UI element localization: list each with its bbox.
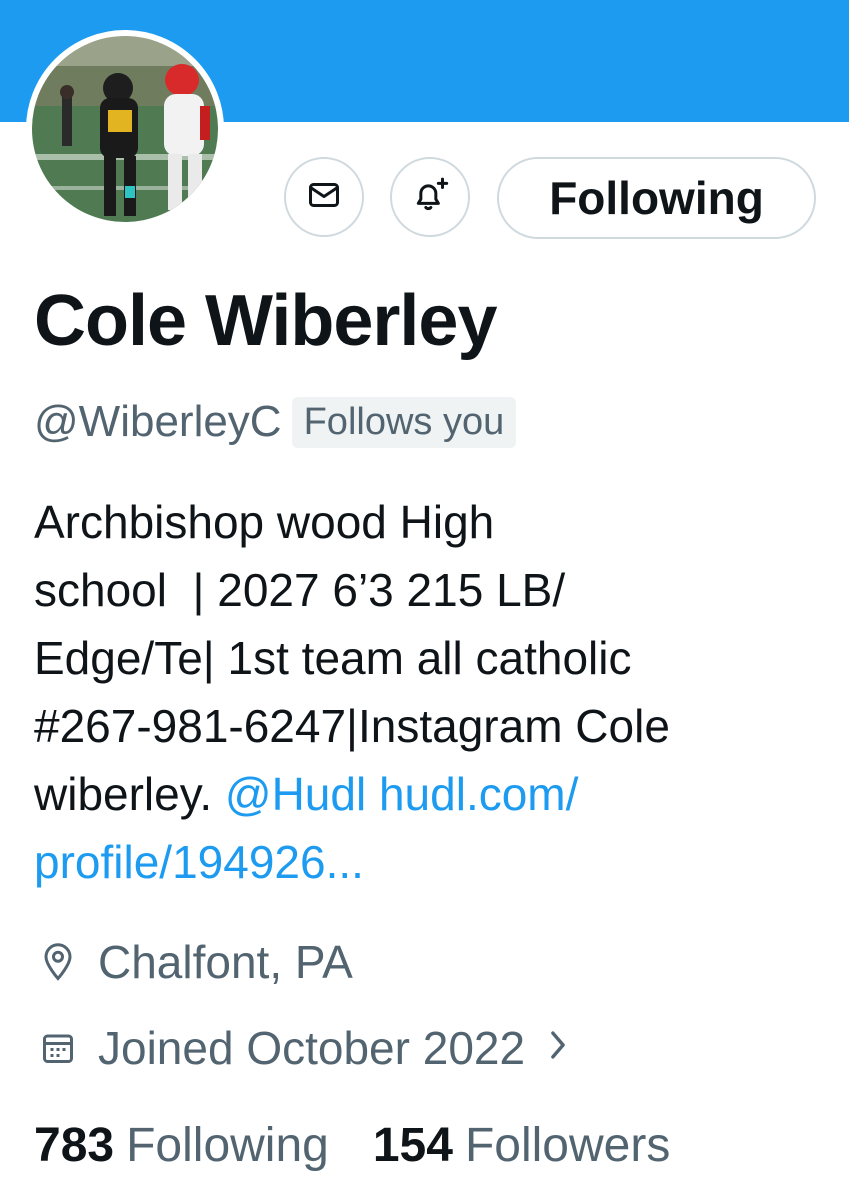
user-handle: @WiberleyC xyxy=(34,397,282,446)
followers-count: 154 xyxy=(372,1118,453,1172)
following-count: 783 xyxy=(34,1118,115,1172)
following-stat[interactable]: 783 Following xyxy=(34,1118,329,1173)
avatar[interactable] xyxy=(26,30,224,228)
follows-you-badge: Follows you xyxy=(291,396,517,448)
followers-stat-label: Followers xyxy=(464,1118,671,1172)
followers-stat[interactable]: 154 Followers xyxy=(373,1118,670,1173)
bio-line: #267-981-6247|Instagram Cole xyxy=(34,700,670,752)
bio-line: Edge/Te| 1st team all catholic xyxy=(34,632,632,684)
location-text: Chalfont, PA xyxy=(98,936,353,988)
location-row: Chalfont, PA xyxy=(34,932,353,992)
follow-stats: 783 Following 154 Followers xyxy=(34,1112,670,1178)
calendar-icon xyxy=(34,1024,82,1072)
envelope-icon xyxy=(306,177,342,218)
bio-line: Archbishop wood High xyxy=(34,496,495,548)
notifications-button[interactable] xyxy=(390,157,470,237)
bio-url-link[interactable]: hudl.com/ xyxy=(379,768,578,820)
joined-row[interactable]: Joined October 2022 xyxy=(34,1018,569,1078)
bio-line: wiberley. @Hudl hudl.com/ xyxy=(34,760,824,828)
bio-text: wiberley. xyxy=(34,768,225,820)
following-button-label: Following xyxy=(549,172,764,224)
display-name: Cole Wiberley xyxy=(34,281,497,361)
following-button[interactable]: Following xyxy=(497,157,816,239)
location-pin-icon xyxy=(34,938,82,986)
bio-url-link-continued[interactable]: profile/194926... xyxy=(34,836,364,888)
bell-plus-icon xyxy=(410,175,450,220)
handle-row: @WiberleyC Follows you xyxy=(34,392,517,452)
message-button[interactable] xyxy=(284,157,364,237)
joined-text: Joined October 2022 xyxy=(98,1022,526,1074)
bio-line: profile/194926... xyxy=(34,828,824,896)
following-stat-label: Following xyxy=(126,1118,329,1172)
chevron-right-icon xyxy=(547,1023,569,1073)
bio-mention-link[interactable]: @Hudl xyxy=(225,768,366,820)
profile-page: Following Cole Wiberley @WiberleyC Follo… xyxy=(0,0,849,1200)
bio: Archbishop wood High school | 2027 6’3 2… xyxy=(34,488,824,896)
bio-line: school | 2027 6’3 215 LB/ xyxy=(34,564,566,616)
